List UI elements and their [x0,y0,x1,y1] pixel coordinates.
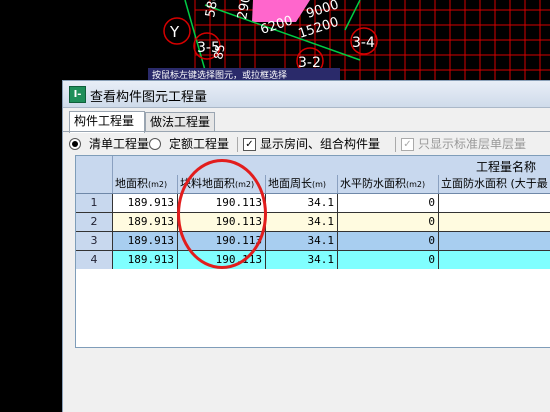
column-header-perimeter[interactable]: 地面周长(m) [266,175,338,193]
table-row[interactable]: 2 189.913 190.113 34.1 0 [76,213,550,232]
red-highlight-circle [177,159,267,269]
axis-label-y: Y [169,23,180,41]
column-header-vertical-waterproof[interactable]: 立面防水面积 (大于最 [439,175,550,193]
cell-vertical-waterproof [439,194,550,212]
table-row[interactable]: 4 189.913 190.113 34.1 0 [76,251,550,270]
title-bar[interactable]: I- 查看构件图元工程量 [63,81,550,108]
row-number: 1 [76,194,113,212]
cell-floor-area: 189.913 [113,232,178,250]
column-header-label: 地面积 [115,177,148,190]
cell-floor-area: 189.913 [113,213,178,231]
radio-list-quantity[interactable]: 清单工程量 [69,134,149,154]
column-header-unit: (m) [312,180,327,189]
cell-perimeter: 34.1 [266,194,338,212]
checkbox-show-rooms[interactable]: ✓ 显示房间、组合构件量 [243,134,380,154]
quantity-table: 工程量名称 地面积(m2) 块料地面积(m2) 地面周长(m) 水平防水面积(m… [75,155,550,348]
column-header-unit: (m2) [406,180,426,189]
cell-horizontal-waterproof: 0 [338,213,439,231]
column-header-horizontal-waterproof[interactable]: 水平防水面积(m2) [338,175,439,193]
column-header-unit: (m2) [148,180,168,189]
cell-perimeter: 34.1 [266,213,338,231]
row-number: 4 [76,251,113,269]
checkbox-standard-floor: ✓ 只显示标准层单层量 [401,134,526,154]
checkmark-icon: ✓ [243,137,256,151]
column-header-label: 地面周长 [268,177,312,190]
column-header-floor-area[interactable]: 地面积(m2) [113,175,178,193]
radio-list-label: 清单工程量 [89,137,150,151]
quantity-dialog: I- 查看构件图元工程量 构件工程量 做法工程量 清单工程量 定额工程量 ✓ 显… [62,80,550,412]
separator [395,137,396,152]
column-header-label: 水平防水面积 [340,177,406,190]
separator [237,137,238,152]
window-title: 查看构件图元工程量 [90,90,208,105]
row-number-header [76,175,113,193]
checkbox-show-rooms-label: 显示房间、组合构件量 [260,137,381,151]
column-header-label: 立面防水面积 (大于最 [441,177,548,190]
cell-floor-area: 189.913 [113,251,178,269]
cell-horizontal-waterproof: 0 [338,251,439,269]
row-number: 2 [76,213,113,231]
checkmark-disabled-icon: ✓ [401,137,414,151]
app-icon: I- [69,86,86,103]
dimension-label: 85 [211,43,227,60]
radio-quota-quantity[interactable]: 定额工程量 [149,134,229,154]
table-row[interactable]: 1 189.913 190.113 34.1 0 [76,194,550,213]
cell-horizontal-waterproof: 0 [338,232,439,250]
group-header-label: 工程量名称 [476,160,537,174]
cell-perimeter: 34.1 [266,232,338,250]
corner-cell [76,156,113,175]
cell-floor-area: 189.913 [113,194,178,212]
checkbox-standard-floor-label: 只显示标准层单层量 [418,137,527,151]
cell-vertical-waterproof [439,232,550,250]
tab-method-quantity[interactable]: 做法工程量 [145,112,215,132]
cell-horizontal-waterproof: 0 [338,194,439,212]
radio-selected-icon [69,138,81,150]
cell-vertical-waterproof [439,213,550,231]
axis-label-3-4: 3-4 [352,35,375,51]
table-empty-area [76,269,550,347]
radio-unselected-icon [149,138,161,150]
tab-divider [63,131,550,132]
table-row[interactable]: 3 189.913 190.113 34.1 0 [76,232,550,251]
row-number: 3 [76,232,113,250]
table-group-header: 工程量名称 [76,156,550,176]
radio-quota-label: 定额工程量 [169,137,230,151]
cell-vertical-waterproof [439,251,550,269]
cell-perimeter: 34.1 [266,251,338,269]
table-column-header: 地面积(m2) 块料地面积(m2) 地面周长(m) 水平防水面积(m2) 立面防… [76,175,550,194]
tab-component-quantity[interactable]: 构件工程量 [69,111,145,133]
